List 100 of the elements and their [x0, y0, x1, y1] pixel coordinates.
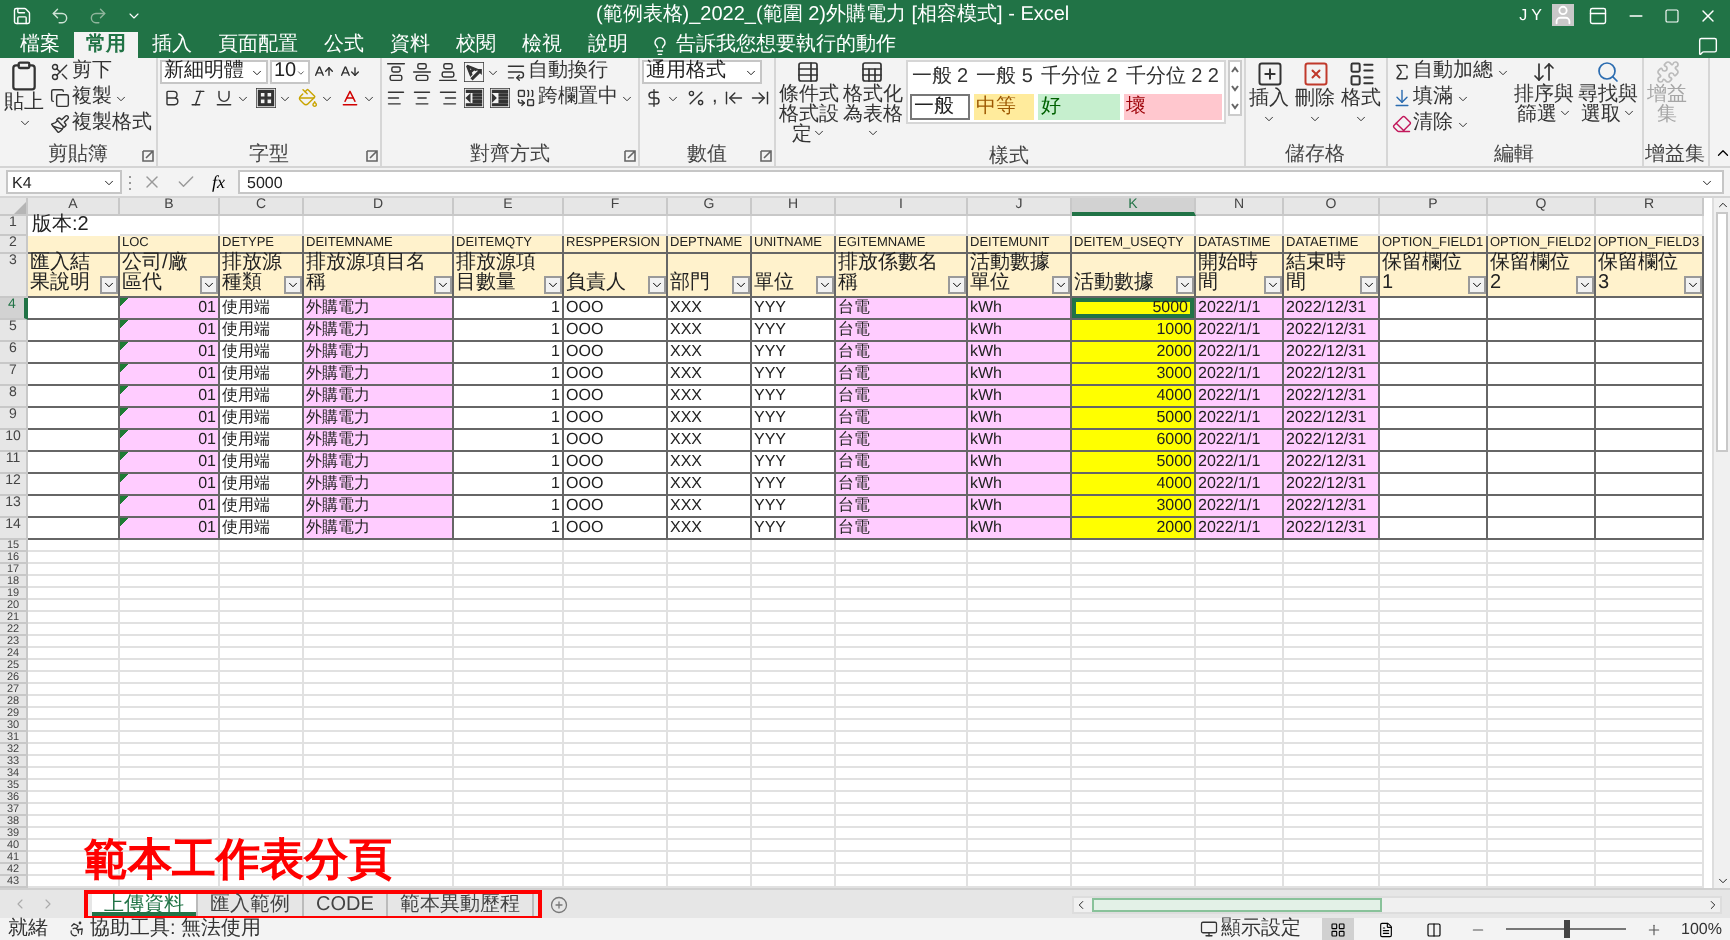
- table-cell[interactable]: 台電: [836, 474, 968, 496]
- table-cell[interactable]: 使用端: [220, 452, 304, 474]
- clear-button[interactable]: 清除: [1389, 112, 1511, 136]
- table-cell[interactable]: YYY: [752, 452, 836, 474]
- sheet-tab[interactable]: 匯入範例: [198, 893, 304, 915]
- cell-style[interactable]: 中等: [974, 94, 1035, 120]
- number-format-select[interactable]: 通用格式: [642, 60, 762, 84]
- delete-cells-button[interactable]: 刪除: [1293, 60, 1337, 126]
- table-cell[interactable]: 4000: [1072, 474, 1196, 496]
- table-cell[interactable]: OOO: [564, 496, 668, 518]
- table-cell[interactable]: 外購電力: [304, 430, 454, 452]
- table-cell[interactable]: 台電: [836, 452, 968, 474]
- table-cell[interactable]: 2022/1/1: [1196, 496, 1284, 518]
- table-cell[interactable]: 2022/1/1: [1196, 364, 1284, 386]
- table-cell[interactable]: 外購電力: [304, 408, 454, 430]
- table-cell[interactable]: YYY: [752, 474, 836, 496]
- cell-style[interactable]: 一般 2: [909, 64, 971, 90]
- ribbon-tab[interactable]: 頁面配置: [206, 32, 310, 58]
- table-cell[interactable]: kWh: [968, 474, 1072, 496]
- table-cell[interactable]: XXX: [668, 474, 752, 496]
- table-cell[interactable]: 2022/1/1: [1196, 342, 1284, 364]
- table-cell[interactable]: XXX: [668, 298, 752, 320]
- table-cell[interactable]: 台電: [836, 342, 968, 364]
- fill-button[interactable]: 填滿: [1389, 86, 1511, 110]
- table-cell[interactable]: YYY: [752, 342, 836, 364]
- table-cell[interactable]: 外購電力: [304, 342, 454, 364]
- insert-cells-button[interactable]: 插入: [1247, 60, 1291, 126]
- comma-style-button[interactable]: ,: [710, 86, 720, 110]
- table-cell[interactable]: OOO: [564, 474, 668, 496]
- cell-style[interactable]: 千分位 2: [1038, 64, 1120, 90]
- autosum-button[interactable]: 自動加總: [1389, 60, 1511, 84]
- merge-center-button[interactable]: 跨欄置中: [514, 86, 636, 110]
- table-cell[interactable]: 2022/12/31: [1284, 518, 1380, 540]
- table-cell[interactable]: YYY: [752, 408, 836, 430]
- table-cell[interactable]: kWh: [968, 518, 1072, 540]
- table-cell[interactable]: kWh: [968, 320, 1072, 342]
- table-cell[interactable]: 2022/1/1: [1196, 474, 1284, 496]
- table-cell[interactable]: 使用端: [220, 430, 304, 452]
- ribbon-tab[interactable]: 檔案: [8, 32, 72, 58]
- ribbon-tab[interactable]: 校閱: [444, 32, 508, 58]
- table-cell[interactable]: 01: [120, 320, 220, 342]
- display-settings-button[interactable]: 顯示設定: [1195, 918, 1306, 940]
- table-cell[interactable]: 1: [454, 320, 564, 342]
- table-cell[interactable]: YYY: [752, 430, 836, 452]
- cell-style[interactable]: 一般: [909, 94, 971, 120]
- insert-function-button[interactable]: fx: [206, 171, 231, 193]
- table-cell[interactable]: 2022/12/31: [1284, 452, 1380, 474]
- table-cell[interactable]: 外購電力: [304, 452, 454, 474]
- format-cells-button[interactable]: 格式: [1339, 60, 1383, 126]
- table-cell[interactable]: 5000: [1072, 452, 1196, 474]
- font-size-select[interactable]: 10: [270, 60, 310, 84]
- table-cell[interactable]: 01: [120, 364, 220, 386]
- table-cell[interactable]: 01: [120, 408, 220, 430]
- table-cell[interactable]: 3000: [1072, 496, 1196, 518]
- table-cell[interactable]: kWh: [968, 496, 1072, 518]
- table-cell[interactable]: 外購電力: [304, 364, 454, 386]
- find-select-button[interactable]: 尋找與選取: [1577, 60, 1639, 126]
- table-cell[interactable]: 使用端: [220, 518, 304, 540]
- table-cell[interactable]: kWh: [968, 386, 1072, 408]
- ribbon-tab[interactable]: 資料: [378, 32, 442, 58]
- table-cell[interactable]: 使用端: [220, 474, 304, 496]
- table-cell[interactable]: 2022/12/31: [1284, 320, 1380, 342]
- table-cell[interactable]: kWh: [968, 364, 1072, 386]
- table-cell[interactable]: 01: [120, 298, 220, 320]
- paste-button[interactable]: 貼上: [2, 60, 46, 130]
- table-cell[interactable]: 使用端: [220, 386, 304, 408]
- table-cell[interactable]: 1: [454, 298, 564, 320]
- table-cell[interactable]: 01: [120, 496, 220, 518]
- table-cell[interactable]: 1: [454, 452, 564, 474]
- table-cell[interactable]: XXX: [668, 364, 752, 386]
- cell-style[interactable]: 千分位 2 2: [1123, 64, 1221, 90]
- table-cell[interactable]: 1: [454, 342, 564, 364]
- table-cell[interactable]: 使用端: [220, 364, 304, 386]
- table-cell[interactable]: kWh: [968, 298, 1072, 320]
- table-cell[interactable]: 使用端: [220, 408, 304, 430]
- table-cell[interactable]: 3000: [1072, 364, 1196, 386]
- formula-input[interactable]: 5000: [237, 170, 1724, 194]
- table-cell[interactable]: kWh: [968, 342, 1072, 364]
- table-cell[interactable]: 01: [120, 474, 220, 496]
- table-cell[interactable]: 01: [120, 342, 220, 364]
- table-cell[interactable]: 1: [454, 496, 564, 518]
- table-cell[interactable]: 1: [454, 430, 564, 452]
- cell-style[interactable]: 一般 5: [974, 64, 1035, 90]
- conditional-format-button[interactable]: 條件式格式設定: [777, 60, 840, 146]
- table-cell[interactable]: 外購電力: [304, 518, 454, 540]
- format-as-table-button[interactable]: 格式化為表格: [841, 60, 904, 146]
- copy-button[interactable]: 複製: [48, 86, 154, 110]
- format-painter-button[interactable]: 複製格式: [48, 112, 154, 136]
- ribbon-tab[interactable]: 常用: [74, 32, 138, 58]
- table-cell[interactable]: YYY: [752, 364, 836, 386]
- table-cell[interactable]: 01: [120, 386, 220, 408]
- table-cell[interactable]: 台電: [836, 408, 968, 430]
- table-cell[interactable]: 台電: [836, 320, 968, 342]
- table-cell[interactable]: 台電: [836, 430, 968, 452]
- ribbon-tab[interactable]: 插入: [140, 32, 204, 58]
- table-cell[interactable]: 2000: [1072, 342, 1196, 364]
- table-cell[interactable]: OOO: [564, 342, 668, 364]
- sort-filter-button[interactable]: 排序與篩選: [1513, 60, 1575, 126]
- table-cell[interactable]: XXX: [668, 496, 752, 518]
- table-cell[interactable]: 1: [454, 408, 564, 430]
